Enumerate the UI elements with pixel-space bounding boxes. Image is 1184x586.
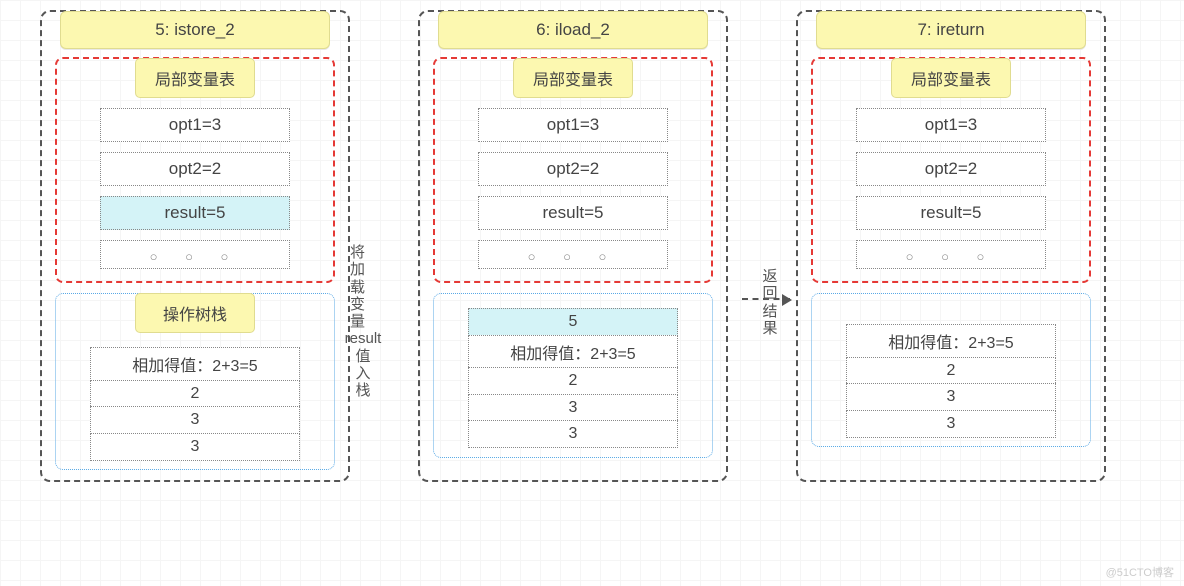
lvt-slots: opt1=3 opt2=2 result=5 ○ ○ ○ bbox=[435, 108, 711, 269]
stack-row: 2 bbox=[468, 367, 678, 395]
watermark: @51CTO博客 bbox=[1106, 564, 1174, 580]
stack-row: 3 bbox=[846, 410, 1056, 438]
stack-row: 相加得值：2+3=5 bbox=[846, 324, 1056, 358]
frame-istore_2: 5: istore_2 局部变量表 opt1=3 opt2=2 result=5… bbox=[40, 10, 350, 482]
arrow-label-right: 返 回 结 果 bbox=[758, 268, 782, 337]
lvt-slot: opt2=2 bbox=[478, 152, 668, 186]
stack-rows: 相加得值：2+3=5 2 3 3 bbox=[90, 347, 300, 459]
lvt-slot-more: ○ ○ ○ bbox=[856, 240, 1046, 269]
lvt-slot: opt1=3 bbox=[856, 108, 1046, 142]
arrow-label-mid: 将加载变量 result 值 入 栈 bbox=[350, 244, 376, 399]
lvt-title: 局部变量表 bbox=[513, 58, 633, 98]
frame-title: 7: ireturn bbox=[816, 11, 1086, 49]
stack-row: 相加得值：2+3=5 bbox=[90, 347, 300, 381]
frame-iload_2: 6: iload_2 局部变量表 opt1=3 opt2=2 result=5 … bbox=[418, 10, 728, 482]
stack-rows: 5 相加得值：2+3=5 2 3 3 bbox=[468, 308, 678, 447]
local-var-table: 局部变量表 opt1=3 opt2=2 result=5 ○ ○ ○ bbox=[433, 57, 713, 283]
stack-row: 3 bbox=[468, 420, 678, 448]
lvt-slots: opt1=3 opt2=2 result=5 ○ ○ ○ bbox=[813, 108, 1089, 269]
stack-row: 3 bbox=[846, 383, 1056, 411]
stack-title: 操作树栈 bbox=[135, 293, 255, 333]
lvt-title: 局部变量表 bbox=[891, 58, 1011, 98]
lvt-slot: opt1=3 bbox=[478, 108, 668, 142]
frame-title: 5: istore_2 bbox=[60, 11, 330, 49]
stack-row: 3 bbox=[90, 406, 300, 434]
lvt-slot: result=5 bbox=[478, 196, 668, 230]
lvt-slot: opt2=2 bbox=[100, 152, 290, 186]
stack-row: 2 bbox=[90, 380, 300, 408]
stack-row: 相加得值：2+3=5 bbox=[468, 335, 678, 369]
stack-rows: 相加得值：2+3=5 2 3 3 bbox=[846, 324, 1056, 436]
lvt-slot-more: ○ ○ ○ bbox=[100, 240, 290, 269]
frame-ireturn: 7: ireturn 局部变量表 opt1=3 opt2=2 result=5 … bbox=[796, 10, 1106, 482]
lvt-slot: opt2=2 bbox=[856, 152, 1046, 186]
lvt-slot: opt1=3 bbox=[100, 108, 290, 142]
stack-row: 2 bbox=[846, 357, 1056, 385]
operand-stack: 相加得值：2+3=5 2 3 3 bbox=[811, 293, 1091, 447]
diagram-container: 5: istore_2 局部变量表 opt1=3 opt2=2 result=5… bbox=[0, 0, 1184, 492]
lvt-slot-result: result=5 bbox=[100, 196, 290, 230]
operand-stack: 5 相加得值：2+3=5 2 3 3 bbox=[433, 293, 713, 458]
lvt-slot: result=5 bbox=[856, 196, 1046, 230]
lvt-slots: opt1=3 opt2=2 result=5 ○ ○ ○ bbox=[57, 108, 333, 269]
local-var-table: 局部变量表 opt1=3 opt2=2 result=5 ○ ○ ○ bbox=[811, 57, 1091, 283]
operand-stack: 操作树栈 相加得值：2+3=5 2 3 3 bbox=[55, 293, 335, 470]
frame-title: 6: iload_2 bbox=[438, 11, 708, 49]
stack-row: 3 bbox=[468, 394, 678, 422]
lvt-title: 局部变量表 bbox=[135, 58, 255, 98]
stack-row-top: 5 bbox=[468, 308, 678, 336]
stack-row: 3 bbox=[90, 433, 300, 461]
left-cutoff-label: 加 的值 esult bbox=[0, 260, 2, 316]
local-var-table: 局部变量表 opt1=3 opt2=2 result=5 ○ ○ ○ bbox=[55, 57, 335, 283]
arrow-step6-to-step7 bbox=[742, 298, 790, 300]
lvt-slot-more: ○ ○ ○ bbox=[478, 240, 668, 269]
